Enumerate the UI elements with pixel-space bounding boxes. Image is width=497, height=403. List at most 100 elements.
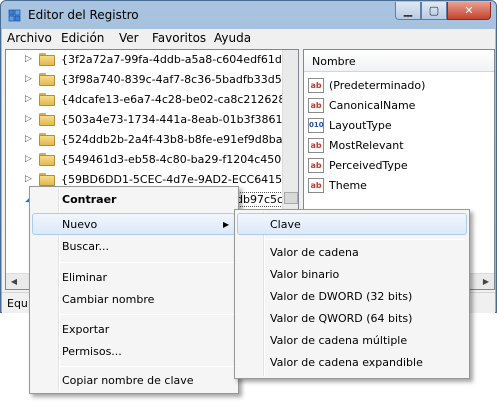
scroll-left-icon[interactable]: ◀ [6,274,22,289]
menu-item-label: Exportar [62,323,110,336]
menu-ver[interactable]: Ver [119,31,139,45]
submenu-nuevo: Clave Valor de cadena Valor binario Valo… [234,209,470,379]
menu-favoritos[interactable]: Favoritos [152,31,206,45]
value-row[interactable]: 010 LayoutType [304,116,494,136]
column-header-name[interactable]: Nombre [304,50,494,72]
folder-icon [39,113,55,126]
folder-icon [39,173,55,186]
expand-arrow-icon[interactable]: ▷ [25,114,35,124]
folder-icon [39,153,55,166]
menu-archivo[interactable]: Archivo [7,31,52,45]
tree-item[interactable]: ▷ {503a4e73-1734-441a-8eab-01b3f3861156} [6,110,298,130]
submenu-item-valor-qword[interactable]: Valor de QWORD (64 bits) [237,308,467,330]
value-row[interactable]: ab MostRelevant [304,136,494,156]
menu-item-eliminar[interactable]: Eliminar [32,267,236,289]
menu-item-label: Permisos... [62,345,122,358]
submenu-item-valor-binario[interactable]: Valor binario [237,264,467,286]
folder-icon [39,93,55,106]
menu-item-label: Valor de cadena múltiple [270,334,408,347]
value-name: (Predeterminado) [329,79,426,92]
context-menu: Contraer Nuevo ▶ Buscar... Eliminar Camb… [29,186,239,394]
tree-item[interactable]: ▷ {3f2a72a7-99fa-4ddb-a5a8-c604edf61d6b} [6,50,298,70]
tree-item-label: {503a4e73-1734-441a-8eab-01b3f3861156} [61,113,299,126]
string-value-icon: ab [308,98,324,113]
menu-item-label: Buscar... [62,240,110,253]
tree-item-label: {524ddb2b-2a4f-43b8-b8fe-e91ef9d8ba69} [61,133,299,146]
menu-item-label: Valor de cadena [270,246,359,259]
expand-arrow-icon[interactable]: ▷ [25,74,35,84]
submenu-item-clave[interactable]: Clave [237,213,467,235]
menu-item-label: Nuevo [62,218,98,231]
menu-item-nuevo[interactable]: Nuevo ▶ [32,213,236,235]
submenu-arrow-icon: ▶ [223,220,230,229]
menu-item-label: Valor binario [270,268,340,281]
string-value-icon: ab [308,138,324,153]
expand-arrow-icon[interactable]: ▷ [25,54,35,64]
value-name: MostRelevant [329,139,404,152]
menu-item-contraer[interactable]: Contraer [32,189,236,211]
value-row[interactable]: ab CanonicalName [304,96,494,116]
menu-item-exportar[interactable]: Exportar [32,319,236,341]
close-button[interactable]: ✕ [447,2,491,20]
column-header-label: Nombre [312,55,356,68]
menu-item-cambiar-nombre[interactable]: Cambiar nombre [32,289,236,311]
expand-arrow-icon[interactable]: ▷ [25,134,35,144]
expand-arrow-icon[interactable]: ▷ [25,154,35,164]
maximize-button[interactable]: ▢ [421,2,447,20]
submenu-item-valor-cadena-expandible[interactable]: Valor de cadena expandible [237,352,467,374]
tree-item[interactable]: ▷ {3f98a740-839c-4af7-8c36-5badfb33d5fd} [6,70,298,90]
folder-icon [39,133,55,146]
menu-item-label: Clave [270,218,301,231]
menu-item-label: Valor de DWORD (32 bits) [270,290,413,303]
binary-value-icon: 010 [308,118,324,133]
expand-arrow-icon[interactable]: ▷ [25,94,35,104]
folder-icon [39,53,55,66]
window-title: Editor del Registro [28,8,139,22]
tree-item[interactable]: ▷ {4dcafe13-e6a7-4c28-be02-ca8c2126280d} [6,90,298,110]
value-name: CanonicalName [329,99,416,112]
menu-item-label: Valor de QWORD (64 bits) [270,312,413,325]
title-bar[interactable]: Editor del Registro ▁ ▢ ✕ [1,1,496,29]
menu-item-buscar[interactable]: Buscar... [32,236,236,258]
tree-item-label: {549461d3-eb58-4c80-ba29-f1204c4502c3} [61,153,299,166]
string-value-icon: ab [308,158,324,173]
menu-ayuda[interactable]: Ayuda [214,31,251,45]
tree-item-label: {4dcafe13-e6a7-4c28-be02-ca8c2126280d} [61,93,299,106]
value-row[interactable]: ab (Predeterminado) [304,76,494,96]
menu-item-label: Contraer [62,193,117,206]
menu-separator [60,262,234,263]
tree-item[interactable]: ▷ {524ddb2b-2a4f-43b8-b8fe-e91ef9d8ba69} [6,130,298,150]
menu-bar: Archivo Edición Ver Favoritos Ayuda [2,29,495,47]
menu-separator [60,314,234,315]
menu-item-copiar-nombre[interactable]: Copiar nombre de clave [32,370,236,392]
value-name: Theme [329,179,367,192]
value-row[interactable]: ab PerceivedType [304,156,494,176]
status-text: Equ [7,297,28,310]
tree-item-label: {59BD6DD1-5CEC-4d7e-9AD2-ECC6415441} [61,173,299,186]
scroll-right-icon[interactable]: ▶ [478,274,494,289]
menu-edicion[interactable]: Edición [61,31,104,45]
tree-item-label: {3f98a740-839c-4af7-8c36-5badfb33d5fd} [61,73,299,86]
tree-item-label: {3f2a72a7-99fa-4ddb-a5a8-c604edf61d6b} [61,53,299,66]
value-name: LayoutType [329,119,392,132]
scrollbar-thumb[interactable] [284,192,298,204]
folder-icon [39,73,55,86]
registry-editor-icon [8,9,21,22]
menu-item-label: Cambiar nombre [62,293,155,306]
value-row[interactable]: ab Theme [304,176,494,196]
string-value-icon: ab [308,78,324,93]
menu-separator [60,366,234,367]
expand-arrow-icon[interactable]: ▷ [25,174,35,184]
submenu-item-valor-cadena[interactable]: Valor de cadena [237,242,467,264]
value-name: PerceivedType [329,159,408,172]
tree-item[interactable]: ▷ {549461d3-eb58-4c80-ba29-f1204c4502c3} [6,150,298,170]
menu-item-label: Valor de cadena expandible [270,356,423,369]
minimize-button[interactable]: ▁ [395,2,421,20]
string-value-icon: ab [308,178,324,193]
menu-item-permisos[interactable]: Permisos... [32,341,236,363]
menu-separator [265,239,465,240]
menu-item-label: Copiar nombre de clave [62,374,194,387]
submenu-item-valor-cadena-multiple[interactable]: Valor de cadena múltiple [237,330,467,352]
submenu-item-valor-dword[interactable]: Valor de DWORD (32 bits) [237,286,467,308]
menu-item-label: Eliminar [62,271,108,284]
